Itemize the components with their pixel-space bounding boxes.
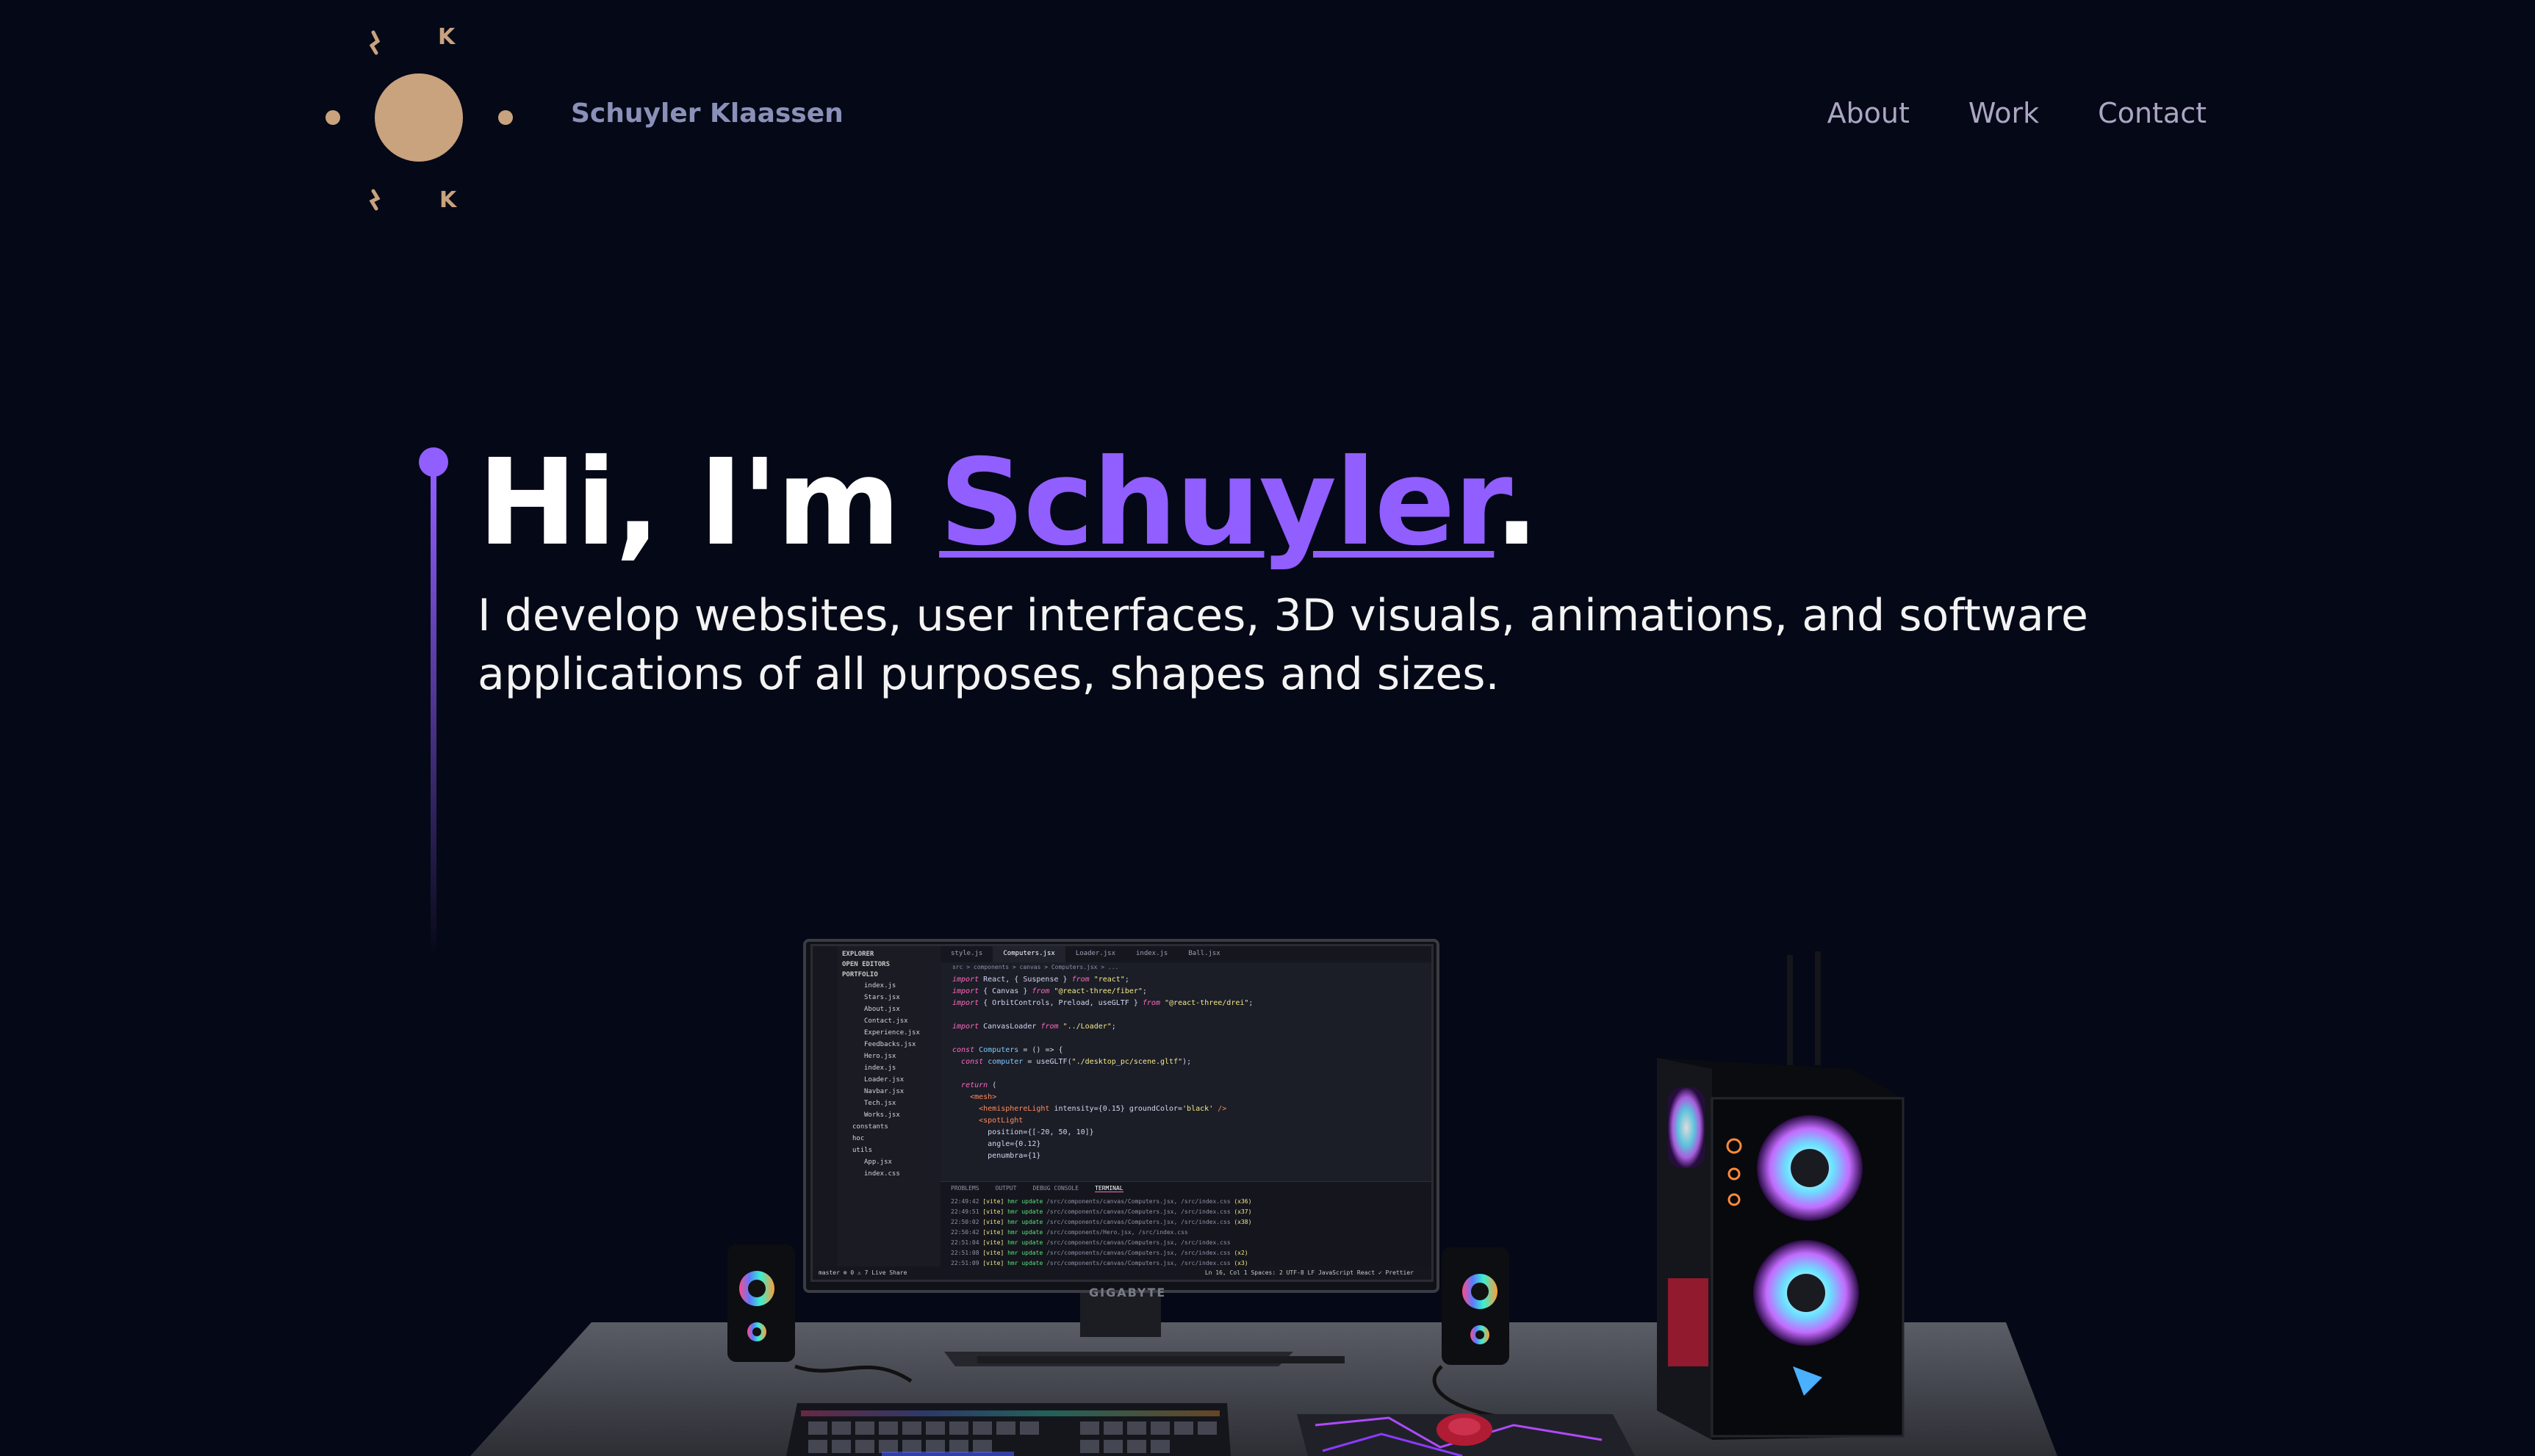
logo-letter-top: K [438,24,456,50]
page: K K Schuyler Klaassen About Work Contact… [0,0,2535,1456]
status-right: Ln 16, Col 1 Spaces: 2 UTF-8 LF JavaScri… [1204,1269,1414,1276]
file-item: About.jsx [864,1006,900,1013]
hero-subtitle: I develop websites, user interfaces, 3D … [478,590,2088,700]
editor-tab: Loader.jsx [1075,950,1115,957]
file-item: Hero.jsx [864,1053,896,1060]
nav-link-work[interactable]: Work [1968,97,2039,129]
file-item: Navbar.jsx [864,1088,905,1095]
vscode-tabs: style.js Computers.jsx Loader.jsx index.… [941,946,1431,962]
folder-item: hoc [852,1135,865,1142]
editor-tab: style.js [951,950,983,957]
hero-text: Hi, I'm Schuyler. I develop websites, us… [478,433,2168,704]
vscode-activity-bar [813,946,838,1280]
folder-item: utils [852,1147,873,1154]
file-item: Experience.jsx [864,1029,920,1037]
logo-sun-icon[interactable]: K K [309,15,529,235]
monitor-brand: GIGABYTE [1089,1286,1167,1300]
panel-tabs: PROBLEMS OUTPUT DEBUG CONSOLE TERMINAL [941,1182,1431,1195]
file-item: Loader.jsx [864,1076,905,1084]
editor-breadcrumb: src > components > canvas > Computers.js… [952,964,1119,970]
file-item: Tech.jsx [864,1100,896,1107]
explorer-header: EXPLORER [842,951,874,958]
file-item: App.jsx [864,1158,892,1166]
file-item: index.css [864,1170,900,1178]
hero-title-name: Schuyler [939,434,1495,572]
file-item: index.js [864,982,896,990]
hero-accent-line [419,447,448,958]
hero-title-prefix: Hi, I'm [478,434,940,572]
folder-item: constants [852,1123,888,1131]
vscode-explorer: EXPLORER OPEN EDITORS PORTFOLIO index.js… [838,946,941,1269]
editor-tab: Ball.jsx [1188,950,1220,957]
open-editors: OPEN EDITORS [842,961,891,968]
nav-link-about[interactable]: About [1827,97,1910,129]
file-item: Feedbacks.jsx [864,1041,916,1048]
panel-tab: OUTPUT [995,1185,1017,1192]
status-left: master ⊗ 0 ⚠ 7 Live Share [819,1269,907,1276]
panel-tab: DEBUG CONSOLE [1032,1185,1079,1192]
vscode-panel: PROBLEMS OUTPUT DEBUG CONSOLE TERMINAL 2… [941,1181,1431,1269]
panel-tab: PROBLEMS [951,1185,979,1192]
logo-letter-bottom: K [439,187,458,213]
file-item: Contact.jsx [864,1017,908,1025]
panel-tab-active: TERMINAL [1095,1185,1123,1192]
file-item: Stars.jsx [864,994,900,1001]
nav-links: About Work Contact [1827,97,2207,129]
hero-title-suffix: . [1494,434,1539,572]
code-editor: import React, { Suspense } from "react";… [952,976,1254,1160]
file-item: index.js [864,1064,896,1072]
nav-link-contact[interactable]: Contact [2098,97,2207,129]
hero-title: Hi, I'm Schuyler. [478,433,2168,573]
brand-name[interactable]: Schuyler Klaassen [571,98,844,129]
terminal-output: 22:49:42 [vite] hmr update /src/componen… [951,1198,1252,1266]
navbar: K K Schuyler Klaassen About Work Contact [0,0,2535,235]
editor-tab-active: Computers.jsx [993,946,1065,962]
project-name: PORTFOLIO [842,971,878,979]
editor-tab: index.js [1136,950,1168,957]
file-item: Works.jsx [864,1111,900,1119]
vscode-status-bar: master ⊗ 0 ⚠ 7 Live Share Ln 16, Col 1 S… [813,1266,1431,1280]
monitor-screen: EXPLORER OPEN EDITORS PORTFOLIO index.js… [810,944,1434,1282]
